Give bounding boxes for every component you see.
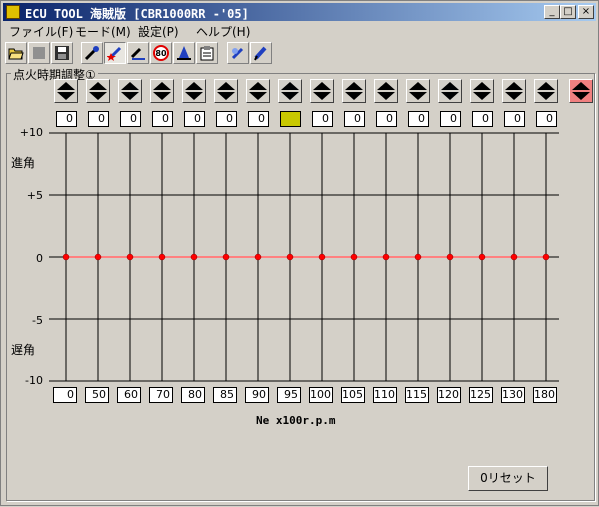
timing-data-point <box>254 253 262 261</box>
timing-chart[interactable] <box>1 1 599 507</box>
timing-data-point <box>446 253 454 261</box>
timing-data-point <box>414 253 422 261</box>
timing-data-point <box>126 253 134 261</box>
timing-data-point <box>190 253 198 261</box>
timing-data-point <box>286 253 294 261</box>
timing-data-point <box>158 253 166 261</box>
zero-reset-button[interactable]: 0リセット <box>468 466 548 491</box>
x-axis-title: Ne x100r.p.m <box>256 414 336 427</box>
timing-data-point <box>350 253 358 261</box>
timing-data-point <box>222 253 230 261</box>
timing-data-point <box>62 253 70 261</box>
timing-data-point <box>510 253 518 261</box>
timing-data-point <box>542 253 550 261</box>
timing-data-point <box>478 253 486 261</box>
timing-data-point <box>318 253 326 261</box>
main-window: ECU TOOL 海賊版 [CBR1000RR -'05] _ □ × ファイル… <box>0 0 599 506</box>
timing-data-point <box>94 253 102 261</box>
timing-data-point <box>382 253 390 261</box>
